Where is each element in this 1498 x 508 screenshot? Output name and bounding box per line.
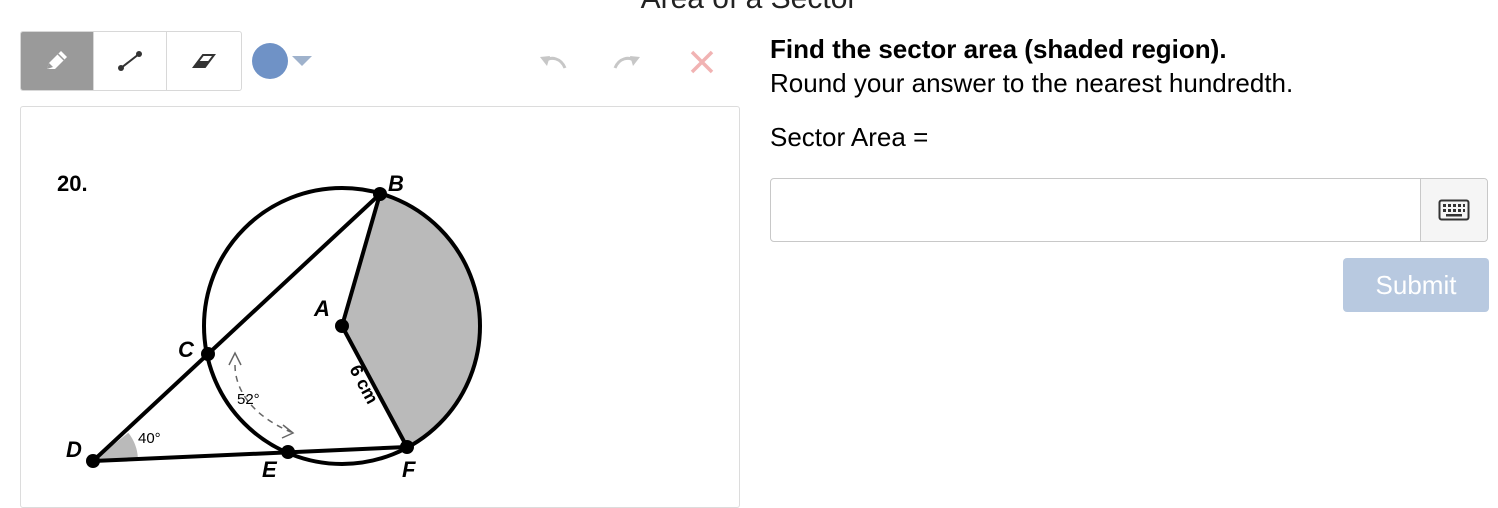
redo-button[interactable] xyxy=(610,45,644,79)
answer-field xyxy=(770,178,1488,242)
clear-button[interactable] xyxy=(685,45,719,79)
submit-button[interactable]: Submit xyxy=(1343,258,1489,312)
tool-group xyxy=(20,31,242,91)
secant-df xyxy=(92,445,408,463)
label-d: D xyxy=(66,437,82,462)
point-e xyxy=(281,445,295,459)
point-b xyxy=(373,187,387,201)
arrow-head-bottom xyxy=(281,424,295,439)
color-swatch xyxy=(252,43,288,79)
problem-number: 20. xyxy=(57,171,88,196)
color-picker[interactable] xyxy=(252,43,312,79)
point-a xyxy=(335,319,349,333)
pencil-tool-button[interactable] xyxy=(21,32,94,90)
label-f: F xyxy=(402,457,416,482)
arrow-head-top xyxy=(228,351,242,366)
undo-icon xyxy=(540,56,567,69)
keyboard-button[interactable] xyxy=(1420,179,1487,241)
pencil-icon xyxy=(47,51,67,69)
point-f xyxy=(400,440,414,454)
point-c xyxy=(201,347,215,361)
angle-label: 40° xyxy=(138,430,161,447)
line-segment-icon xyxy=(118,51,142,71)
label-c: C xyxy=(178,337,195,362)
point-d xyxy=(86,454,100,468)
label-b: B xyxy=(388,171,404,196)
geometry-figure: 20. A B C D E F 6 cm 52° 40° xyxy=(57,171,482,482)
label-e: E xyxy=(262,457,278,482)
problem-prompt: Find the sector area (shaded region). Ro… xyxy=(770,32,1490,100)
sector-area-input[interactable] xyxy=(771,179,1421,241)
arc-label: 52° xyxy=(237,391,260,408)
eraser-tool-button[interactable] xyxy=(167,32,240,90)
instruction-text: Round your answer to the nearest hundred… xyxy=(770,68,1294,98)
instruction-heading: Find the sector area (shaded region). xyxy=(770,34,1227,64)
shaded-sector xyxy=(342,194,479,447)
redo-icon xyxy=(613,56,640,69)
close-icon xyxy=(690,50,714,74)
keyboard-icon xyxy=(1438,199,1470,221)
page-title: Area of a Sector xyxy=(0,0,1498,16)
chevron-down-icon xyxy=(292,56,312,66)
label-a: A xyxy=(313,296,330,321)
drawing-canvas[interactable]: 20. A B C D E F 6 cm 52° 40° xyxy=(20,106,740,508)
undo-button[interactable] xyxy=(536,45,570,79)
eraser-icon xyxy=(191,54,216,68)
answer-label: Sector Area = xyxy=(770,122,929,152)
line-tool-button[interactable] xyxy=(94,32,167,90)
